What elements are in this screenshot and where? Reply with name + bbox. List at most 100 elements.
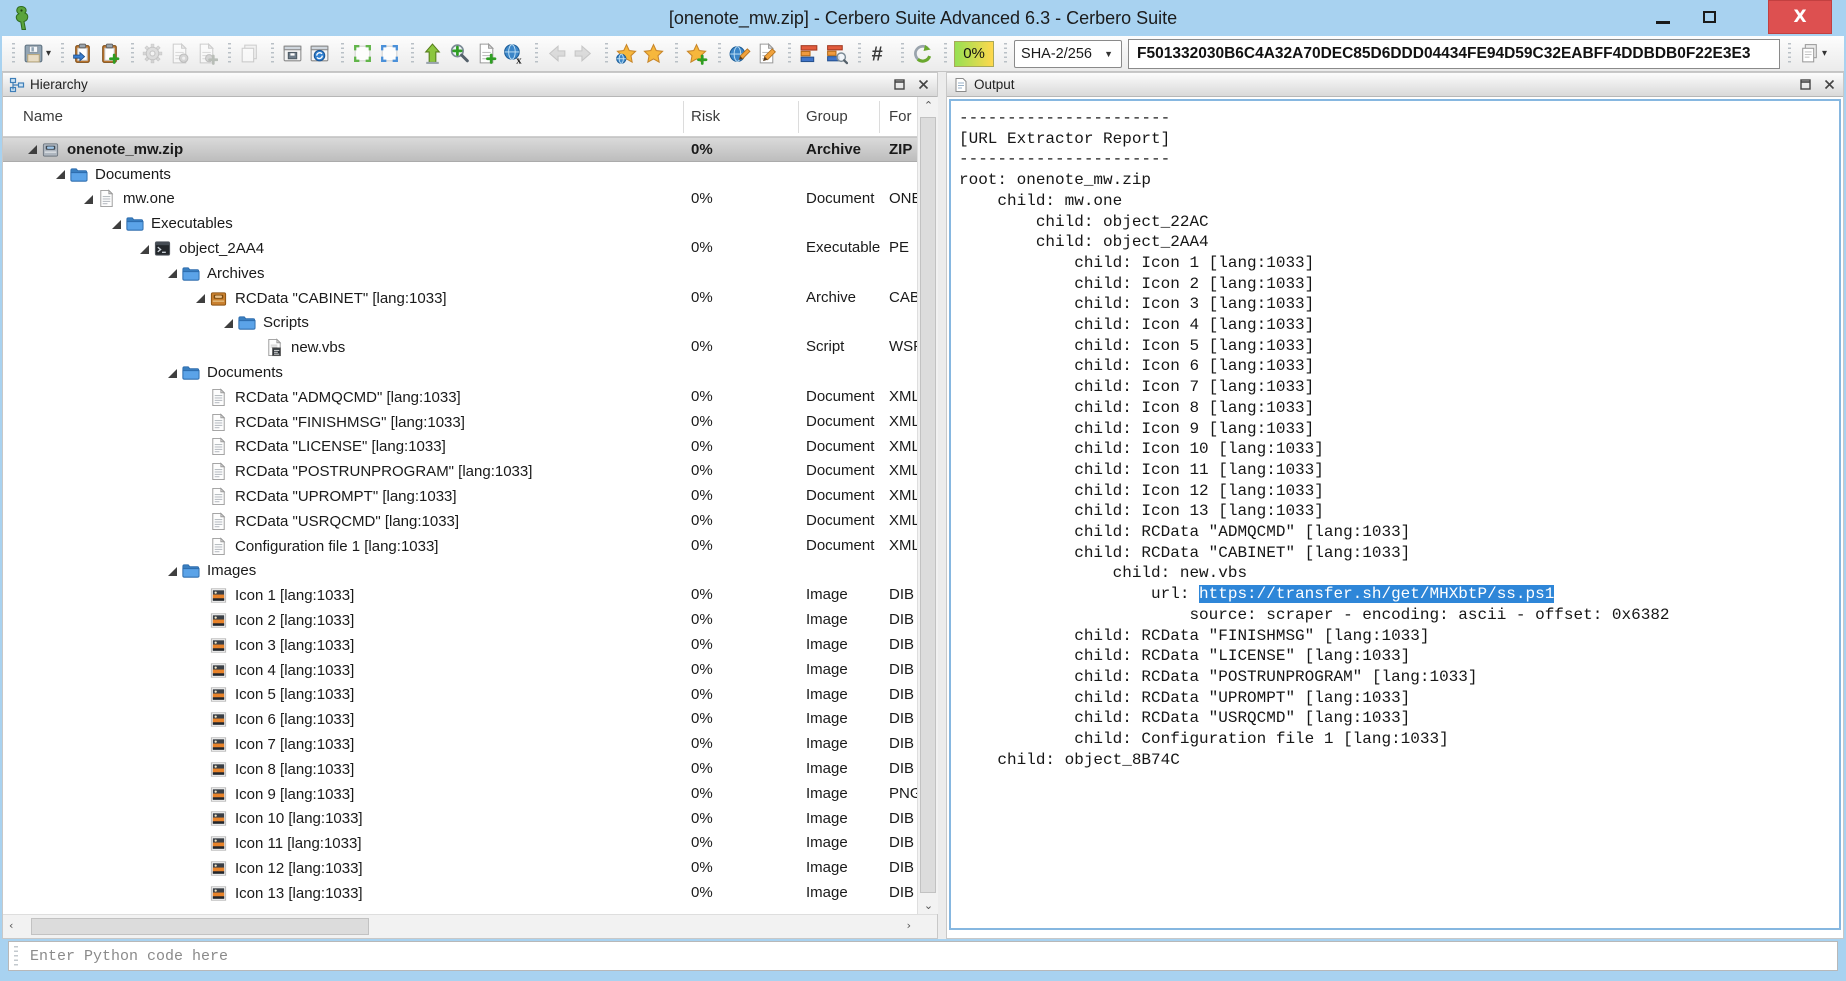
file-settings-button[interactable] xyxy=(166,40,193,67)
tree-row-images[interactable]: Images xyxy=(3,559,937,584)
chevron-down-icon[interactable]: ▾ xyxy=(46,48,51,59)
tree-row-icon-12-lang-1033[interactable]: Icon 12 [lang:1033] 0% Image DIB xyxy=(3,856,937,881)
copy-button[interactable] xyxy=(236,40,263,67)
tree-row-rcdata-usrqcmd-lang-1033[interactable]: RCData "USRQCMD" [lang:1033] 0% Document… xyxy=(3,509,937,534)
expander-triangle-icon[interactable] xyxy=(193,290,209,306)
tree-row-rcdata-uprompt-lang-1033[interactable]: RCData "UPROMPT" [lang:1033] 0% Document… xyxy=(3,484,937,509)
tree-vertical-scrollbar[interactable]: ⌃ ⌄ xyxy=(917,97,938,914)
tree-row-executables[interactable]: Executables xyxy=(3,211,937,236)
expander-triangle-icon[interactable] xyxy=(25,141,41,157)
column-risk[interactable]: Risk xyxy=(691,97,720,137)
scroll-down-arrow-icon[interactable]: ⌄ xyxy=(918,899,939,912)
tree-row-configuration-file-1-lang-1033[interactable]: Configuration file 1 [lang:1033] 0% Docu… xyxy=(3,534,937,559)
tree-row-icon-7-lang-1033[interactable]: Icon 7 [lang:1033] 0% Image DIB xyxy=(3,732,937,757)
column-format[interactable]: For xyxy=(889,97,912,137)
select-region-blue-button[interactable] xyxy=(376,40,403,67)
forward-button[interactable] xyxy=(570,40,597,67)
tree-row-rcdata-postrunprogram-lang-1033[interactable]: RCData "POSTRUNPROGRAM" [lang:1033] 0% D… xyxy=(3,459,937,484)
back-button[interactable] xyxy=(543,40,570,67)
python-console-input[interactable] xyxy=(18,943,1837,969)
tree-row-mw-one[interactable]: mw.one 0% Document ONE xyxy=(3,187,937,212)
statistics-button[interactable] xyxy=(796,40,823,67)
zip-archive-icon xyxy=(41,140,60,159)
close-button[interactable]: X xyxy=(1768,0,1832,34)
settings-button[interactable] xyxy=(139,40,166,67)
tree-row-rcdata-license-lang-1033[interactable]: RCData "LICENSE" [lang:1033] 0% Document… xyxy=(3,435,937,460)
zoom-add-button[interactable] xyxy=(446,40,473,67)
tree-row-rcdata-finishmsg-lang-1033[interactable]: RCData "FINISHMSG" [lang:1033] 0% Docume… xyxy=(3,410,937,435)
expander-triangle-icon[interactable] xyxy=(109,216,125,232)
tree-row-icon-5-lang-1033[interactable]: Icon 5 [lang:1033] 0% Image DIB xyxy=(3,683,937,708)
tree-row-rcdata-cabinet-lang-1033[interactable]: RCData "CABINET" [lang:1033] 0% Archive … xyxy=(3,286,937,311)
page-add-button[interactable] xyxy=(473,40,500,67)
save-layout-button[interactable] xyxy=(279,40,306,67)
tree-row-icon-3-lang-1033[interactable]: Icon 3 [lang:1033] 0% Image DIB xyxy=(3,633,937,658)
expander-triangle-icon[interactable] xyxy=(53,166,69,182)
statistics-inspect-button[interactable] xyxy=(823,40,850,67)
extracted-url-highlight[interactable]: https://transfer.sh/get/MHXbtP/ss.ps1 xyxy=(1199,585,1555,604)
risk-cell: 0% xyxy=(691,189,713,207)
toolbar-group xyxy=(531,38,601,70)
insert-tool-button[interactable] xyxy=(419,40,446,67)
expander-triangle-icon[interactable] xyxy=(81,191,97,207)
hash-value-field[interactable] xyxy=(1128,38,1781,69)
edit-global-button[interactable] xyxy=(726,40,753,67)
tree-row-object-2aa4[interactable]: object_2AA4 0% Executable PE xyxy=(3,236,937,261)
expander-triangle-icon[interactable] xyxy=(165,265,181,281)
scroll-up-arrow-icon[interactable]: ⌃ xyxy=(918,99,939,112)
tree-row-icon-13-lang-1033[interactable]: Icon 13 [lang:1033] 0% Image DIB xyxy=(3,881,937,906)
tree-row-onenote-mw-zip[interactable]: onenote_mw.zip 0% Archive ZIP xyxy=(3,137,937,162)
close-panel-button[interactable] xyxy=(1821,77,1837,93)
expander-triangle-icon[interactable] xyxy=(165,563,181,579)
recompute-hash-button[interactable] xyxy=(909,40,936,67)
hash-symbol-button[interactable]: # xyxy=(866,40,893,67)
tree-row-icon-10-lang-1033[interactable]: Icon 10 [lang:1033] 0% Image DIB xyxy=(3,807,937,832)
tree-row-icon-2-lang-1033[interactable]: Icon 2 [lang:1033] 0% Image DIB xyxy=(3,608,937,633)
select-region-green-button[interactable] xyxy=(349,40,376,67)
expander-triangle-icon[interactable] xyxy=(137,241,153,257)
expander-triangle-icon[interactable] xyxy=(221,315,237,331)
minimize-button[interactable] xyxy=(1640,0,1686,34)
scroll-right-arrow-icon[interactable]: › xyxy=(907,919,911,932)
vertical-scrollbar-thumb[interactable] xyxy=(920,117,936,893)
tree-row-rcdata-admqcmd-lang-1033[interactable]: RCData "ADMQCMD" [lang:1033] 0% Document… xyxy=(3,385,937,410)
tree-row-icon-6-lang-1033[interactable]: Icon 6 [lang:1033] 0% Image DIB xyxy=(3,707,937,732)
tree-row-documents[interactable]: Documents xyxy=(3,162,937,187)
notes-button[interactable] xyxy=(753,40,780,67)
chevron-down-icon[interactable]: ▾ xyxy=(1822,48,1827,59)
close-panel-button[interactable] xyxy=(915,77,931,93)
expander-triangle-icon[interactable] xyxy=(165,365,181,381)
bookmark-global-button[interactable] xyxy=(613,40,640,67)
main-toolbar: ▾ x # 0% SHA-2/256 ▼ ▾ xyxy=(2,36,1844,72)
hex-globe-button[interactable]: x xyxy=(500,40,527,67)
scroll-left-arrow-icon[interactable]: ‹ xyxy=(9,919,13,932)
horizontal-scrollbar-thumb[interactable] xyxy=(31,918,369,935)
maximize-button[interactable] xyxy=(1686,0,1732,34)
document-icon xyxy=(97,189,116,208)
tree-row-new-vbs[interactable]: new.vbs 0% Script WSF xyxy=(3,335,937,360)
hash-algorithm-select[interactable]: SHA-2/256 ▼ xyxy=(1014,39,1123,68)
paste-add-button[interactable] xyxy=(96,40,123,67)
float-panel-button[interactable] xyxy=(891,77,907,93)
paste-analyze-button[interactable] xyxy=(69,40,96,67)
column-group[interactable]: Group xyxy=(806,97,848,137)
save-button[interactable] xyxy=(20,40,47,67)
sync-view-button[interactable] xyxy=(306,40,333,67)
tree-row-icon-11-lang-1033[interactable]: Icon 11 [lang:1033] 0% Image DIB xyxy=(3,831,937,856)
tree-row-icon-9-lang-1033[interactable]: Icon 9 [lang:1033] 0% Image PNG xyxy=(3,782,937,807)
tree-horizontal-scrollbar[interactable]: ‹ › xyxy=(3,914,937,938)
tree-row-icon-4-lang-1033[interactable]: Icon 4 [lang:1033] 0% Image DIB xyxy=(3,658,937,683)
tree-row-icon-1-lang-1033[interactable]: Icon 1 [lang:1033] 0% Image DIB xyxy=(3,583,937,608)
output-text-area[interactable]: ---------------------- [URL Extractor Rep… xyxy=(949,99,1841,930)
panel-splitter[interactable] xyxy=(938,72,946,939)
column-name[interactable]: Name xyxy=(23,97,63,137)
tree-row-documents[interactable]: Documents xyxy=(3,360,937,385)
file-add-settings-button[interactable] xyxy=(193,40,220,67)
float-panel-button[interactable] xyxy=(1797,77,1813,93)
copy-hash-button[interactable] xyxy=(1796,40,1823,67)
tree-row-archives[interactable]: Archives xyxy=(3,261,937,286)
bookmark-button[interactable] xyxy=(640,40,667,67)
tree-row-scripts[interactable]: Scripts xyxy=(3,311,937,336)
bookmark-add-button[interactable] xyxy=(683,40,710,67)
tree-row-icon-8-lang-1033[interactable]: Icon 8 [lang:1033] 0% Image DIB xyxy=(3,757,937,782)
